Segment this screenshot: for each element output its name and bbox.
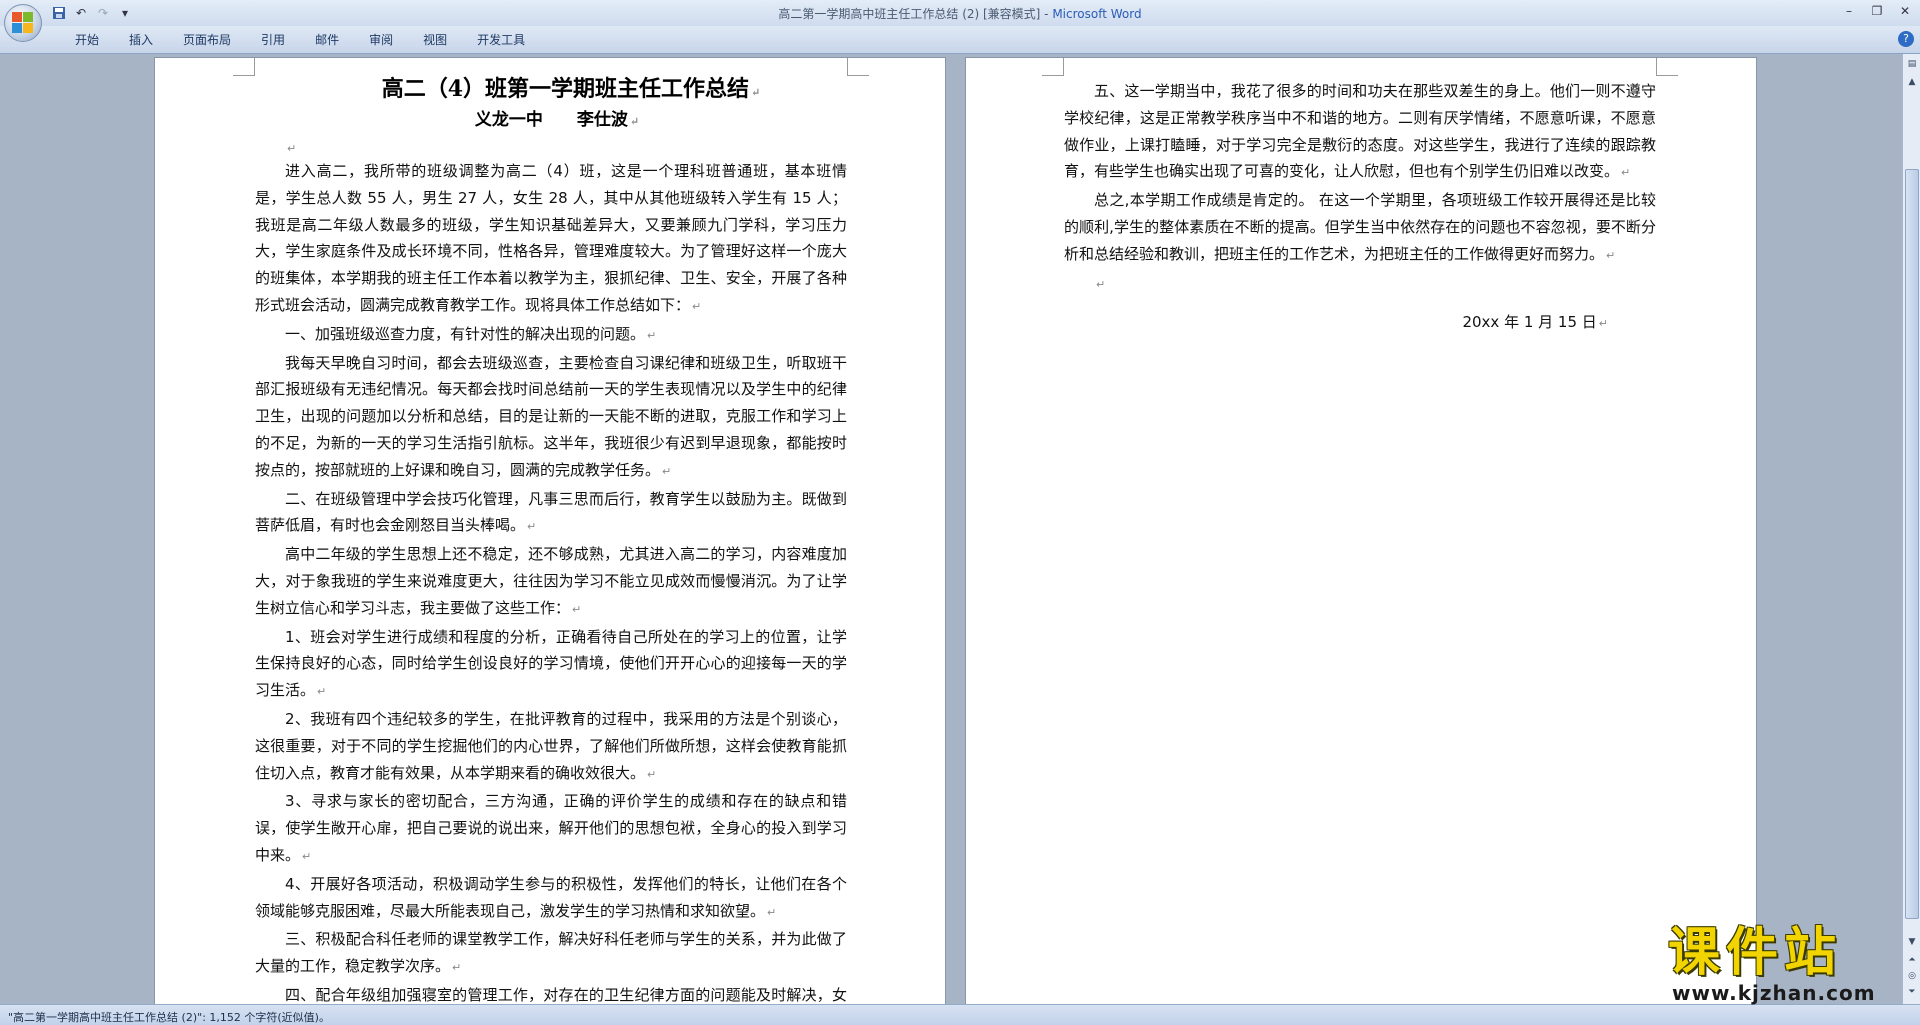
paragraph-mark: ↵ <box>527 520 537 534</box>
paragraph-text: 我每天早晚自习时间，都会去班级巡查，主要检查自习课纪律和班级卫生，听取班干部汇报… <box>255 353 847 479</box>
office-logo-icon <box>12 12 34 34</box>
watermark-text: 课件站 <box>1668 923 1843 983</box>
page-1[interactable]: 高二（4）班第一学期班主任工作总结 ↵ 义龙一中 李仕波 ↵ ↵ 进入高二，我所带的… <box>154 57 946 1004</box>
tab-mailings[interactable]: 邮件 <box>300 31 354 49</box>
scroll-up-button[interactable]: ▲ <box>1904 74 1920 90</box>
close-icon[interactable]: ✕ <box>1894 2 1916 20</box>
document-title[interactable]: 高二（4）班第一学期班主任工作总结 ↵ <box>295 72 847 106</box>
scrollbar-thumb[interactable] <box>1905 169 1919 919</box>
office-button[interactable] <box>4 4 42 42</box>
tab-references[interactable]: 引用 <box>246 31 300 49</box>
window-title: 高二第一学期高中班主任工作总结 (2) [兼容模式] - Microsoft W… <box>0 5 1920 22</box>
paragraph-text: 二、在班级管理中学会技巧化管理，凡事三思而后行，教育学生以鼓励为主。既做到菩萨低… <box>255 489 847 535</box>
help-icon[interactable]: ? <box>1898 31 1914 47</box>
vertical-scrollbar[interactable]: ▤ ▲ ▼ ⏶ ◎ ⏷ <box>1902 54 1920 1004</box>
empty-paragraph[interactable]: ↵ <box>1064 270 1656 297</box>
paragraph-text: 2、我班有四个违纪较多的学生，在批评教育的过程中，我采用的方法是个别谈心，这很重… <box>255 709 847 782</box>
restore-icon[interactable]: ❐ <box>1866 2 1888 20</box>
app-name: Microsoft Word <box>1052 7 1142 21</box>
paragraph-text: 1、班会对学生进行成绩和程度的分析，正确看待自己所处在的学习上的位置，让学生保持… <box>255 627 847 700</box>
body-paragraph[interactable]: 高中二年级的学生思想上还不稳定，还不够成熟，尤其进入高二的学习，内容难度加大，对… <box>255 541 847 623</box>
document-author-text: 义龙一中 李仕波 <box>474 110 628 130</box>
title-bar: ↶ ↷ ▾ 高二第一学期高中班主任工作总结 (2) [兼容模式] - Micro… <box>0 0 1920 26</box>
body-paragraph[interactable]: 2、我班有四个违纪较多的学生，在批评教育的过程中，我采用的方法是个别谈心，这很重… <box>255 706 847 788</box>
ruler-toggle-icon[interactable]: ▤ <box>1904 56 1920 72</box>
paragraph-text: 高中二年级的学生思想上还不稳定，还不够成熟，尤其进入高二的学习，内容难度加大，对… <box>255 545 847 617</box>
paragraph-text: 3、寻求与家长的密切配合，三方沟通，正确的评价学生的成绩和存在的缺点和错误，使学… <box>255 792 847 864</box>
body-paragraph[interactable]: 五、这一学期当中，我花了很多的时间和功夫在那些双差生的身上。他们一则不遵守学校纪… <box>1064 78 1656 187</box>
document-date[interactable]: 20xx 年 1 月 15 日 ↵ <box>1064 309 1656 338</box>
scroll-down-button[interactable]: ▼ <box>1904 934 1920 950</box>
paragraph-mark: ↵ <box>662 464 672 478</box>
word-count-status[interactable]: "高二第一学期高中班主任工作总结 (2)": 1,152 个字符(近似值)。 <box>8 1009 330 1025</box>
body-paragraph[interactable]: 四、配合年级组加强寝室的管理工作，对存在的卫生纪律方面的问题能及时解决，女寝要好… <box>255 982 847 1004</box>
tab-review[interactable]: 审阅 <box>354 31 408 49</box>
paragraph-text: 五、这一学期当中，我花了很多的时间和功夫在那些双差生的身上。他们一则不遵守学校纪… <box>1064 82 1656 181</box>
paragraph-mark: ↵ <box>302 849 312 863</box>
window-controls: – ❐ ✕ <box>1838 2 1916 20</box>
body-paragraph[interactable]: 我每天早晚自习时间，都会去班级巡查，主要检查自习课纪律和班级卫生，听取班干部汇报… <box>255 350 847 486</box>
crop-mark <box>1656 58 1678 76</box>
crop-mark <box>1042 58 1064 76</box>
empty-paragraph[interactable]: ↵ <box>255 134 847 158</box>
paragraph-text: 四、配合年级组加强寝室的管理工作，对存在的卫生纪律方面的问题能及时解决，女寝要好… <box>285 985 847 1004</box>
tab-home[interactable]: 开始 <box>60 31 114 49</box>
previous-page-button[interactable]: ⏶ <box>1904 952 1920 968</box>
body-paragraph[interactable]: 总之,本学期工作成绩是肯定的。 在这一个学期里，各项班级工作较开展得还是比较的顺… <box>1064 187 1656 269</box>
browse-object-button[interactable]: ◎ <box>1904 968 1920 984</box>
paragraph-mark: ↵ <box>767 905 777 919</box>
body-paragraph[interactable]: 进入高二，我所带的班级调整为高二（4）班，这是一个理科班普通班，基本班情是，学生… <box>255 158 847 321</box>
paragraph-text: 进入高二，我所带的班级调整为高二（4）班，这是一个理科班普通班，基本班情是，学生… <box>255 162 847 314</box>
body-paragraph[interactable]: 1、班会对学生进行成绩和程度的分析，正确看待自己所处在的学习上的位置，让学生保持… <box>255 624 847 706</box>
paragraph-mark: ↵ <box>1096 277 1106 291</box>
next-page-button[interactable]: ⏷ <box>1904 984 1920 1000</box>
paragraph-text: 一、加强班级巡查力度，有针对性的解决出现的问题。 <box>285 324 646 343</box>
tab-developer[interactable]: 开发工具 <box>462 31 540 49</box>
body-paragraph[interactable]: 一、加强班级巡查力度，有针对性的解决出现的问题。 ↵ <box>255 321 847 350</box>
paragraph-text: 4、开展好各项活动，积极调动学生参与的积极性，发挥他们的特长，让他们在各个领域能… <box>255 874 847 920</box>
body-paragraph[interactable]: 二、在班级管理中学会技巧化管理，凡事三思而后行，教育学生以鼓励为主。既做到菩萨低… <box>255 486 847 542</box>
date-text: 20xx 年 1 月 15 日 <box>1462 312 1597 331</box>
paragraph-mark: ↵ <box>647 767 657 781</box>
paragraph-text: 三、积极配合科任老师的课堂教学工作，解决好科任老师与学生的关系，并为此做了大量的… <box>255 930 847 976</box>
paragraph-mark: ↵ <box>1606 248 1616 262</box>
paragraph-mark: ↵ <box>317 685 327 699</box>
paragraph-mark: ↵ <box>647 328 657 342</box>
paragraph-mark: ↵ <box>572 602 582 616</box>
page-2-body: 五、这一学期当中，我花了很多的时间和功夫在那些双差生的身上。他们一则不遵守学校纪… <box>1064 78 1656 337</box>
document-author[interactable]: 义龙一中 李仕波 ↵ <box>267 106 847 134</box>
paragraph-mark: ↵ <box>692 299 702 313</box>
paragraph-mark: ↵ <box>751 86 761 99</box>
paragraph-mark: ↵ <box>629 115 640 128</box>
minimize-icon[interactable]: – <box>1838 2 1860 20</box>
crop-mark <box>233 58 255 76</box>
tab-page-layout[interactable]: 页面布局 <box>168 31 246 49</box>
body-paragraph[interactable]: 三、积极配合科任老师的课堂教学工作，解决好科任老师与学生的关系，并为此做了大量的… <box>255 926 847 982</box>
tab-view[interactable]: 视图 <box>408 31 462 49</box>
document-area: 高二（4）班第一学期班主任工作总结 ↵ 义龙一中 李仕波 ↵ ↵ 进入高二，我所带的… <box>0 54 1902 1004</box>
ribbon-tabs: 开始 插入 页面布局 引用 邮件 审阅 视图 开发工具 <box>60 31 540 49</box>
page-1-body: 高二（4）班第一学期班主任工作总结 ↵ 义龙一中 李仕波 ↵ ↵ 进入高二，我所带的… <box>255 72 847 1004</box>
watermark-url: www.kjzhan.com <box>1672 981 1876 1005</box>
body-paragraph[interactable]: 4、开展好各项活动，积极调动学生参与的积极性，发挥他们的特长，让他们在各个领域能… <box>255 871 847 927</box>
paragraph-mark: ↵ <box>1621 166 1631 180</box>
paragraph-mark: ↵ <box>287 142 297 155</box>
document-title-text: 高二（4）班第一学期班主任工作总结 <box>381 76 750 102</box>
status-bar: "高二第一学期高中班主任工作总结 (2)": 1,152 个字符(近似值)。 <box>0 1004 1920 1025</box>
tab-insert[interactable]: 插入 <box>114 31 168 49</box>
page-2[interactable]: 五、这一学期当中，我花了很多的时间和功夫在那些双差生的身上。他们一则不遵守学校纪… <box>965 57 1757 1004</box>
paragraph-text: 总之,本学期工作成绩是肯定的。 在这一个学期里，各项班级工作较开展得还是比较的顺… <box>1064 191 1656 263</box>
document-name: 高二第一学期高中班主任工作总结 (2) [兼容模式] - <box>778 7 1053 21</box>
body-paragraph[interactable]: 3、寻求与家长的密切配合，三方沟通，正确的评价学生的成绩和存在的缺点和错误，使学… <box>255 788 847 870</box>
crop-mark <box>847 58 869 76</box>
site-watermark-logo: 课件站 www.kjzhan.com <box>1668 925 1904 1005</box>
paragraph-mark: ↵ <box>1598 316 1608 330</box>
paragraph-mark: ↵ <box>452 961 462 975</box>
ribbon: 开始 插入 页面布局 引用 邮件 审阅 视图 开发工具 ? <box>0 26 1920 54</box>
